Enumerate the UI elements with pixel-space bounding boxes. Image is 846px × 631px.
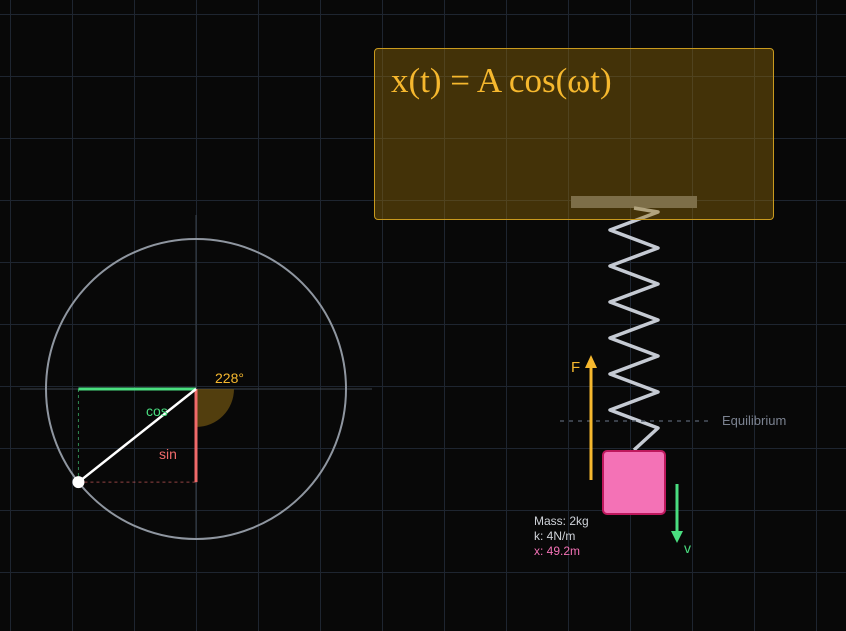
- cos-label: cos: [146, 403, 168, 419]
- sin-label: sin: [159, 446, 177, 462]
- spring-constant-readout: k: 4N/m: [534, 529, 576, 543]
- equilibrium-label: Equilibrium: [722, 413, 787, 428]
- spring-coil: [608, 206, 660, 452]
- force-arrow-head: [585, 355, 597, 368]
- oscillation-stage: x(t) = A cos(ωt) 228° cos sin F v Equili…: [0, 0, 846, 631]
- force-label: F: [571, 359, 581, 376]
- angle-label: 228°: [215, 370, 244, 386]
- velocity-arrow-head: [671, 531, 683, 543]
- displacement-readout: x: 49.2m: [534, 544, 581, 558]
- radius-line: [77, 388, 197, 484]
- mass-readout: Mass: 2kg: [534, 514, 589, 528]
- angle-wedge: [196, 388, 234, 427]
- velocity-label: v: [684, 540, 691, 556]
- formula-panel: x(t) = A cos(ωt): [374, 48, 774, 220]
- mass-block[interactable]: [602, 450, 666, 515]
- circle-point-handle[interactable]: [72, 476, 85, 489]
- formula-text: x(t) = A cos(ωt): [391, 61, 612, 100]
